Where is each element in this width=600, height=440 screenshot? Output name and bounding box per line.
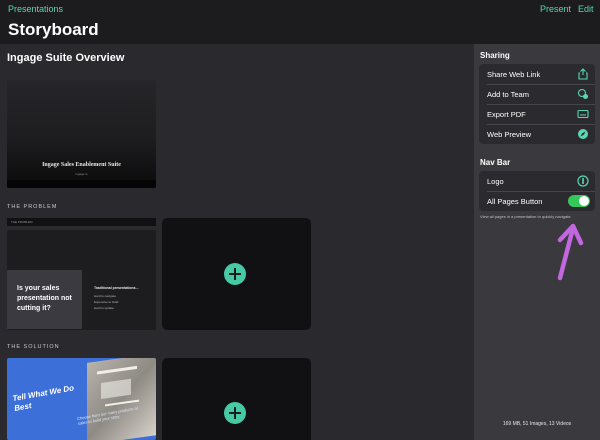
cover-slide-title: Ingage Sales Enablement Suite: [42, 162, 121, 168]
problem-list-title: Traditional presentations...: [94, 286, 139, 290]
share-icon: [577, 68, 589, 80]
problem-list-item: Hard to navigate: [94, 294, 117, 298]
web-preview-row[interactable]: Web Preview: [479, 124, 595, 144]
add-to-team-row[interactable]: Add to Team: [479, 84, 595, 104]
chapter-label-solution: THE SOLUTION: [7, 344, 60, 350]
cover-slide-thumbnail[interactable]: Ingage Sales Enablement Suite ingage.io: [7, 80, 156, 188]
all-pages-button-row: All Pages Button: [479, 191, 595, 211]
compass-icon: [577, 128, 589, 140]
share-web-link-label: Share Web Link: [487, 70, 541, 79]
all-pages-hint: View all pages in a presentation to quic…: [480, 214, 572, 219]
export-pdf-label: Export PDF: [487, 110, 526, 119]
problem-header-label: THE PROBLEM: [11, 220, 33, 224]
solution-headline: Tell What We Do Best: [11, 383, 75, 413]
problem-chapter-header-slide[interactable]: THE PROBLEM: [7, 218, 156, 226]
all-pages-button-toggle[interactable]: [568, 195, 590, 207]
plus-icon: [224, 402, 246, 424]
team-icon: [577, 88, 589, 100]
web-preview-label: Web Preview: [487, 130, 532, 139]
present-button[interactable]: Present: [540, 4, 571, 14]
problem-question-text: Is your sales presentation not cutting i…: [17, 285, 72, 312]
add-to-team-label: Add to Team: [487, 90, 529, 99]
top-navigation-bar: Presentations Present Edit Storyboard: [0, 0, 600, 44]
sharing-options-group: Share Web Link Add to Team Export PDF We…: [479, 64, 595, 144]
problem-slide-thumbnail[interactable]: Is your sales presentation not cutting i…: [7, 230, 156, 330]
problem-list-item: Hard to update: [94, 306, 114, 310]
logo-label: Logo: [487, 177, 504, 186]
nav-bar-heading: Nav Bar: [480, 158, 511, 167]
logo-row[interactable]: Logo: [479, 171, 595, 191]
pdf-icon: [577, 108, 589, 120]
all-pages-button-label: All Pages Button: [487, 197, 543, 206]
add-slide-button-problem[interactable]: [162, 218, 311, 330]
sharing-heading: Sharing: [480, 51, 510, 60]
export-pdf-row[interactable]: Export PDF: [479, 104, 595, 124]
edit-button[interactable]: Edit: [578, 4, 594, 14]
chapter-label-problem: THE PROBLEM: [7, 204, 58, 210]
add-slide-button-solution[interactable]: [162, 358, 311, 440]
presentation-title: Ingage Suite Overview: [7, 52, 125, 64]
toggle-knob: [579, 196, 589, 206]
plus-icon: [224, 263, 246, 285]
cover-slide-subtitle: ingage.io: [75, 172, 88, 176]
problem-list-item: Expensive to build: [94, 300, 119, 304]
solution-building-photo: [87, 358, 156, 440]
annotation-arrow-icon: [557, 223, 584, 281]
page-title: Storyboard: [8, 20, 99, 39]
cover-slide-footer: [7, 180, 156, 188]
solution-slide-thumbnail[interactable]: Tell What We Do Best Choose from our man…: [7, 358, 156, 440]
storage-summary: 169 MB, 51 Images, 13 Videos: [502, 421, 572, 427]
back-to-presentations-link[interactable]: Presentations: [8, 4, 63, 14]
share-web-link-row[interactable]: Share Web Link: [479, 64, 595, 84]
nav-bar-options-group: Logo All Pages Button: [479, 171, 595, 211]
logo-icon: [577, 175, 589, 187]
